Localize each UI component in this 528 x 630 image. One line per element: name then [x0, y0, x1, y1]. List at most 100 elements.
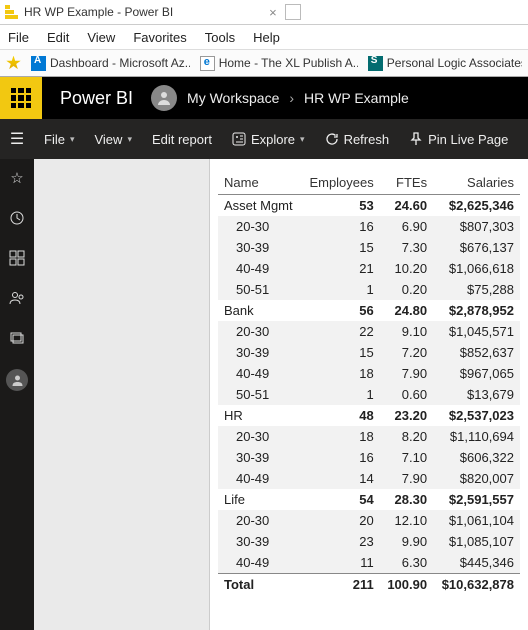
table-row[interactable]: 40-49187.90$967,065: [218, 363, 520, 384]
cell: $10,632,878: [433, 574, 520, 596]
cell: $807,303: [433, 216, 520, 237]
nav-apps[interactable]: [8, 249, 26, 267]
explore-label: Explore: [251, 132, 295, 147]
nav-workspaces[interactable]: [8, 329, 26, 347]
table-row[interactable]: 30-39239.90$1,085,107: [218, 531, 520, 552]
pin-live-page-button[interactable]: Pin Live Page: [399, 119, 518, 159]
cell: Total: [218, 574, 301, 596]
app-launcher-button[interactable]: [0, 77, 42, 119]
table-row[interactable]: 20-30188.20$1,110,694: [218, 426, 520, 447]
file-menu[interactable]: File▾: [34, 119, 84, 159]
cell: 30-39: [218, 447, 301, 468]
menu-help[interactable]: Help: [253, 30, 280, 45]
cell: 15: [301, 237, 380, 258]
breadcrumb-report[interactable]: HR WP Example: [304, 90, 409, 106]
cell: 56: [301, 300, 380, 321]
table-row[interactable]: Total211100.90$10,632,878: [218, 574, 520, 596]
table-row[interactable]: Bank5624.80$2,878,952: [218, 300, 520, 321]
powerbi-header: Power BI My Workspace › HR WP Example: [0, 77, 528, 119]
col-header[interactable]: Name: [218, 171, 301, 195]
breadcrumb: My Workspace › HR WP Example: [187, 90, 409, 106]
cell: $1,045,571: [433, 321, 520, 342]
table-row[interactable]: 50-5110.60$13,679: [218, 384, 520, 405]
pin-label: Pin Live Page: [428, 132, 508, 147]
cell: 8.20: [380, 426, 433, 447]
cell: 7.90: [380, 468, 433, 489]
cell: HR: [218, 405, 301, 426]
user-avatar[interactable]: [151, 85, 177, 111]
breadcrumb-workspace[interactable]: My Workspace: [187, 90, 279, 106]
table-row[interactable]: 20-30229.10$1,045,571: [218, 321, 520, 342]
hamburger-button[interactable]: ☰: [0, 129, 34, 149]
favorite-link-xlpublish[interactable]: Home - The XL Publish A...: [200, 56, 358, 71]
table-row[interactable]: Asset Mgmt5324.60$2,625,346: [218, 195, 520, 217]
person-icon: [156, 90, 172, 106]
favorite-label: Home - The XL Publish A...: [219, 56, 358, 70]
cell: $1,085,107: [433, 531, 520, 552]
tab-close-button[interactable]: ×: [269, 5, 277, 20]
nav-shared[interactable]: [8, 289, 26, 307]
table-row[interactable]: 30-39167.10$606,322: [218, 447, 520, 468]
cell: $1,110,694: [433, 426, 520, 447]
person-icon: [11, 374, 24, 387]
cell: 50-51: [218, 384, 301, 405]
col-header[interactable]: Employees: [301, 171, 380, 195]
favorites-star-icon[interactable]: [6, 56, 21, 71]
cell: $820,007: [433, 468, 520, 489]
edit-report-button[interactable]: Edit report: [142, 119, 222, 159]
new-tab-button[interactable]: [285, 4, 301, 20]
refresh-button[interactable]: Refresh: [315, 119, 400, 159]
menu-favorites[interactable]: Favorites: [133, 30, 186, 45]
cell: 23: [301, 531, 380, 552]
cell: 1: [301, 279, 380, 300]
cell: $2,537,023: [433, 405, 520, 426]
cell: 20-30: [218, 426, 301, 447]
cell: 6.30: [380, 552, 433, 574]
favorite-label: Dashboard - Microsoft Az...: [50, 56, 190, 70]
table-row[interactable]: 20-302012.10$1,061,104: [218, 510, 520, 531]
col-header[interactable]: Salaries: [433, 171, 520, 195]
cell: 40-49: [218, 468, 301, 489]
cell: 0.60: [380, 384, 433, 405]
view-label: View: [94, 132, 122, 147]
cell: 7.20: [380, 342, 433, 363]
favorite-link-personal-logic[interactable]: Personal Logic Associates: [368, 56, 522, 71]
data-table[interactable]: NameEmployeesFTEsSalaries Asset Mgmt5324…: [218, 171, 520, 595]
cell: 40-49: [218, 258, 301, 279]
cell: 9.10: [380, 321, 433, 342]
cell: 15: [301, 342, 380, 363]
content-area: ☆ NameEmployeesFTEsSalaries Asset Mgmt53…: [0, 159, 528, 630]
table-row[interactable]: Life5428.30$2,591,557: [218, 489, 520, 510]
table-row[interactable]: 50-5110.20$75,288: [218, 279, 520, 300]
pin-icon: [409, 132, 423, 146]
menu-file[interactable]: File: [8, 30, 29, 45]
table-row[interactable]: 30-39157.30$676,137: [218, 237, 520, 258]
table-row[interactable]: 20-30166.90$807,303: [218, 216, 520, 237]
menu-edit[interactable]: Edit: [47, 30, 69, 45]
table-row[interactable]: 40-492110.20$1,066,618: [218, 258, 520, 279]
table-row[interactable]: 40-49147.90$820,007: [218, 468, 520, 489]
cell: 28.30: [380, 489, 433, 510]
nav-my-workspace[interactable]: [6, 369, 28, 391]
col-header[interactable]: FTEs: [380, 171, 433, 195]
cell: 54: [301, 489, 380, 510]
cell: Bank: [218, 300, 301, 321]
favorite-link-azure[interactable]: Dashboard - Microsoft Az...: [31, 56, 190, 71]
explore-menu[interactable]: Explore▾: [222, 119, 315, 159]
cell: $2,878,952: [433, 300, 520, 321]
view-menu[interactable]: View ▾: [84, 119, 141, 159]
ie-page-icon: [200, 56, 215, 71]
refresh-label: Refresh: [344, 132, 390, 147]
table-row[interactable]: 40-49116.30$445,346: [218, 552, 520, 574]
table-row[interactable]: 30-39157.20$852,637: [218, 342, 520, 363]
nav-favorites[interactable]: ☆: [8, 169, 26, 187]
menu-view[interactable]: View: [87, 30, 115, 45]
table-row[interactable]: HR4823.20$2,537,023: [218, 405, 520, 426]
cell: $967,065: [433, 363, 520, 384]
cell: 23.20: [380, 405, 433, 426]
nav-recent[interactable]: [8, 209, 26, 227]
waffle-icon: [11, 88, 31, 108]
chevron-down-icon: ▾: [127, 134, 132, 145]
cell: 21: [301, 258, 380, 279]
menu-tools[interactable]: Tools: [205, 30, 235, 45]
